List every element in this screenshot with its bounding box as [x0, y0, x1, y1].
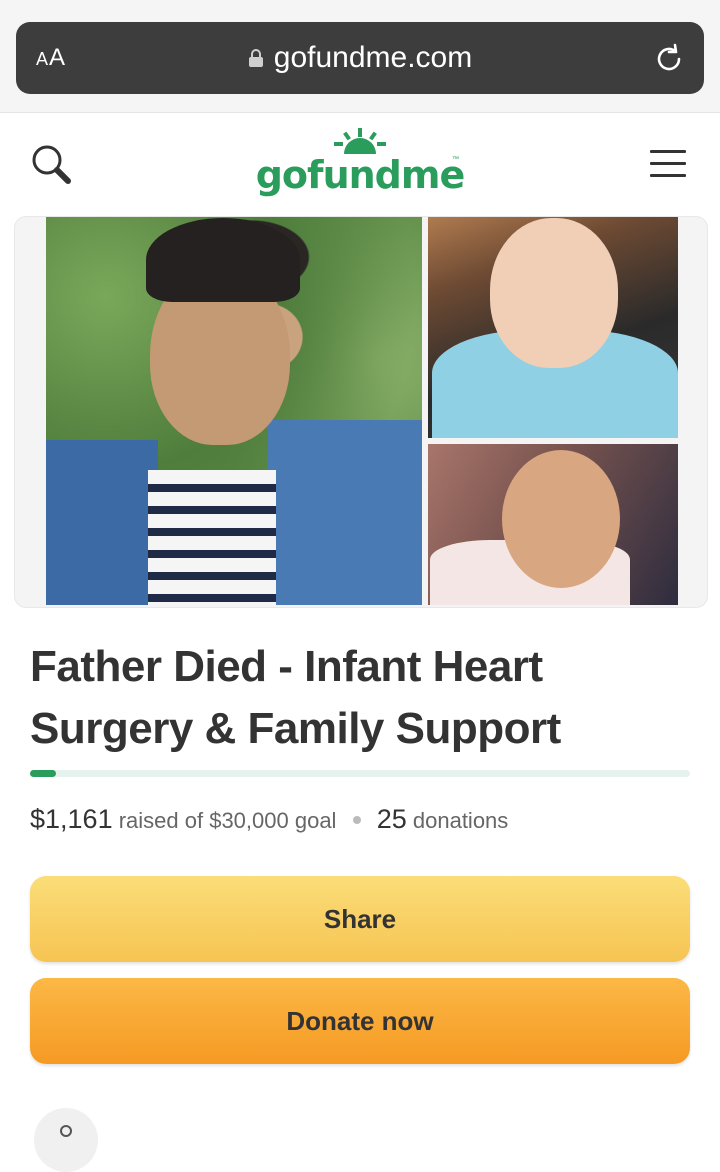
amount-raised: $1,161	[30, 804, 113, 834]
logo-sun-icon	[334, 128, 386, 154]
hamburger-menu-icon[interactable]	[650, 150, 686, 180]
address-bar[interactable]	[16, 22, 704, 94]
goal-text: raised of $30,000 goal	[118, 808, 337, 833]
photo-detail-hair	[146, 218, 300, 302]
logo-wordmark: gofundme	[255, 153, 466, 197]
share-button[interactable]: Share	[30, 876, 690, 962]
donate-button-label: Donate now	[286, 1005, 434, 1036]
photo-detail-jacket	[268, 420, 422, 605]
separator-dot	[352, 816, 361, 825]
text-size-small-glyph: A	[36, 49, 50, 69]
fundraising-progress-bar	[30, 770, 690, 777]
photo-detail-face	[502, 450, 620, 588]
photo-detail-shirt	[148, 470, 276, 605]
logo-trademark: ™	[452, 156, 459, 163]
reload-icon[interactable]	[652, 42, 686, 76]
donations-count: 25	[376, 804, 407, 834]
text-size-button[interactable]: AA	[36, 22, 66, 94]
organizer-avatar	[34, 1108, 98, 1172]
text-size-large-glyph: A	[49, 44, 67, 71]
progress-fill	[30, 770, 56, 777]
photo-detail-face	[490, 218, 618, 368]
campaign-title: Father Died - Infant Heart Surgery & Fam…	[30, 642, 561, 753]
user-icon	[60, 1125, 72, 1137]
donate-now-button[interactable]: Donate now	[30, 978, 690, 1064]
share-button-label: Share	[323, 903, 397, 934]
fundraising-stats: $1,161 raised of $30,000 goal 25 donatio…	[30, 802, 508, 838]
donations-label: donations	[412, 808, 509, 833]
photo-detail-jacket	[46, 440, 158, 605]
